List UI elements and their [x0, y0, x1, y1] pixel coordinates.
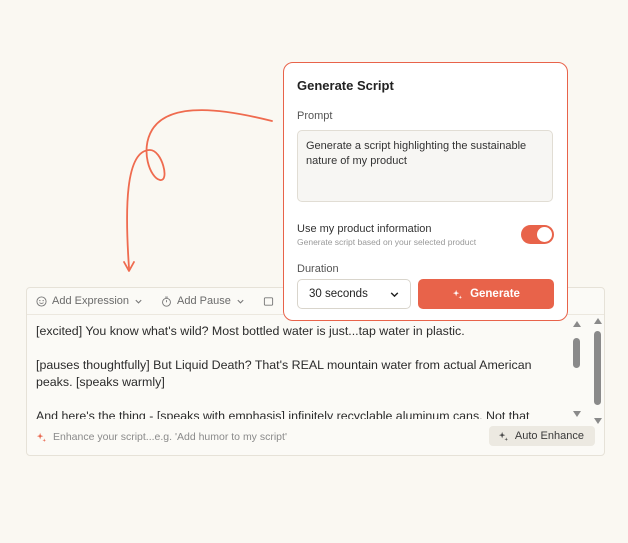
- chevron-down-icon: [237, 299, 244, 304]
- duration-label: Duration: [297, 263, 339, 275]
- chevron-down-icon: [390, 291, 399, 297]
- script-paragraph: And here's the thing - [speaks with emph…: [36, 409, 530, 419]
- auto-enhance-button[interactable]: Auto Enhance: [488, 426, 595, 446]
- scroll-up-icon[interactable]: [594, 318, 602, 324]
- prompt-label: Prompt: [297, 110, 333, 122]
- generate-label: Generate: [470, 288, 520, 300]
- scrollbar-thumb[interactable]: [594, 331, 601, 405]
- script-scrollbar[interactable]: [572, 321, 582, 417]
- sparkle-icon: [498, 431, 508, 441]
- add-expression-label: Add Expression: [52, 295, 130, 307]
- scrollbar-thumb[interactable]: [573, 338, 580, 368]
- sparkle-icon: [36, 432, 47, 442]
- generate-button[interactable]: Generate: [418, 279, 554, 309]
- scroll-down-icon[interactable]: [594, 418, 602, 424]
- stopwatch-icon: [162, 296, 171, 307]
- script-text-area[interactable]: [excited] You know what's wild? Most bot…: [36, 323, 556, 419]
- add-expression-button[interactable]: Add Expression: [36, 295, 143, 307]
- prompt-textarea[interactable]: Generate a script highlighting the susta…: [297, 130, 553, 202]
- duration-select[interactable]: 30 seconds: [297, 279, 411, 309]
- toggle-label: Use my product information: [297, 223, 432, 235]
- add-pause-label: Add Pause: [177, 295, 231, 307]
- sparkle-icon: [452, 289, 463, 299]
- product-info-toggle[interactable]: [521, 225, 554, 244]
- chevron-down-icon: [135, 299, 142, 304]
- duration-value: 30 seconds: [309, 288, 368, 300]
- image-icon: [263, 296, 273, 306]
- scroll-down-icon[interactable]: [573, 411, 581, 417]
- auto-enhance-label: Auto Enhance: [514, 430, 584, 442]
- toggle-subtitle: Generate script based on your selected p…: [297, 237, 477, 247]
- add-pause-button[interactable]: Add Pause: [161, 295, 245, 307]
- editor-scrollbar[interactable]: [593, 318, 603, 424]
- scroll-up-icon[interactable]: [573, 321, 581, 327]
- script-paragraph: [pauses thoughtfully] But Liquid Death? …: [36, 358, 532, 389]
- enhance-row: Enhance your script...e.g. 'Add humor to…: [36, 426, 595, 448]
- smiley-icon: [36, 295, 47, 307]
- product-info-toggle-text: Use my product information Generate scri…: [297, 223, 476, 247]
- toggle-knob: [537, 227, 552, 242]
- toolbar-more-button[interactable]: [263, 296, 274, 307]
- enhance-input[interactable]: Enhance your script...e.g. 'Add humor to…: [36, 431, 287, 443]
- popover-title: Generate Script: [297, 78, 394, 93]
- script-paragraph: [excited] You know what's wild? Most bot…: [36, 324, 465, 338]
- generate-script-popover: Generate Script Prompt Generate a script…: [283, 62, 568, 321]
- enhance-placeholder: Enhance your script...e.g. 'Add humor to…: [53, 431, 287, 443]
